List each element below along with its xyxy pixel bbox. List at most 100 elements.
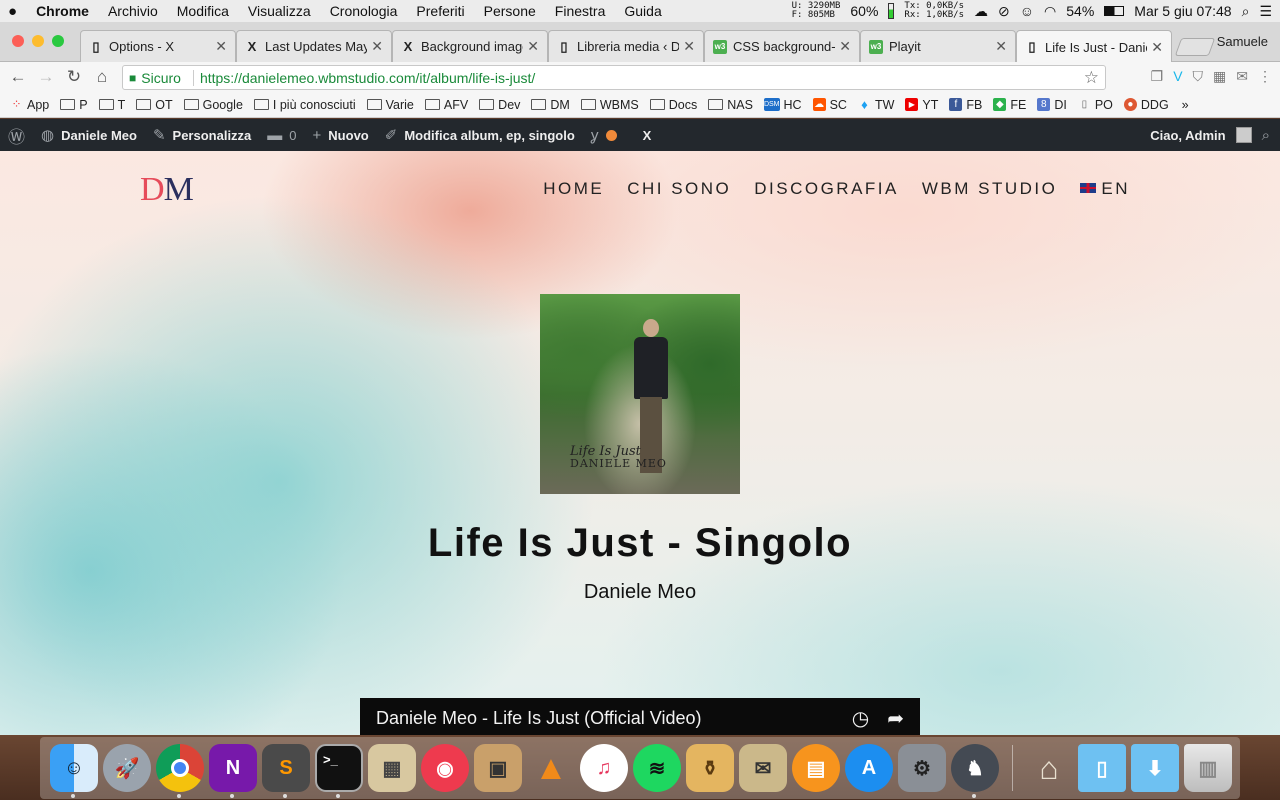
wp-search-icon[interactable]: ⌕: [1262, 127, 1270, 144]
forward-button[interactable]: →: [32, 67, 60, 87]
watch-later-icon[interactable]: ◷: [852, 706, 869, 731]
vimeo-extension-icon[interactable]: V: [1173, 68, 1182, 85]
dock-calculator-icon[interactable]: ▦: [368, 744, 416, 792]
new-tab-button[interactable]: [1174, 38, 1216, 56]
video-title[interactable]: Daniele Meo - Life Is Just (Official Vid…: [376, 708, 701, 729]
menu-persone[interactable]: Persone: [484, 3, 536, 19]
menu-app-name[interactable]: Chrome: [36, 3, 89, 19]
video-player[interactable]: Daniele Meo - Life Is Just (Official Vid…: [360, 698, 920, 735]
bookmark-folder-google[interactable]: Google: [183, 98, 243, 112]
close-tab-icon[interactable]: ✕: [839, 38, 851, 55]
bookmark-folder-t[interactable]: T: [98, 98, 125, 112]
menu-cronologia[interactable]: Cronologia: [330, 3, 398, 19]
bookmark-folder-wbms[interactable]: WBMS: [580, 98, 639, 112]
menu-visualizza[interactable]: Visualizza: [248, 3, 311, 19]
bookmark-folder-afv[interactable]: AFV: [424, 98, 468, 112]
tab-libreria-media[interactable]: ▯ Libreria media ‹ D ✕: [548, 30, 704, 62]
close-tab-icon[interactable]: ✕: [995, 38, 1007, 55]
tab-css-background[interactable]: w3 CSS background- ✕: [704, 30, 860, 62]
nav-home[interactable]: HOME: [543, 179, 604, 199]
spotlight-search-icon[interactable]: ⌕: [1242, 3, 1250, 20]
bookmark-star-icon[interactable]: ☆: [1084, 68, 1099, 88]
wp-comments[interactable]: ▬ 0: [267, 127, 296, 144]
dock-vlc-icon[interactable]: ▲: [527, 744, 575, 792]
dock-system-preferences-icon[interactable]: ⚙: [898, 744, 946, 792]
menu-finestra[interactable]: Finestra: [555, 3, 606, 19]
bookmark-folder-varie[interactable]: Varie: [366, 98, 414, 112]
wp-edit-album[interactable]: ✐ Modifica album, ep, singolo: [385, 126, 575, 144]
share-icon[interactable]: ➦: [887, 706, 904, 731]
menu-archivio[interactable]: Archivio: [108, 3, 158, 19]
close-tab-icon[interactable]: ✕: [371, 38, 383, 55]
close-tab-icon[interactable]: ✕: [527, 38, 539, 55]
bookmark-sc[interactable]: ☁ SC: [812, 98, 847, 112]
bookmark-folder-nas[interactable]: NAS: [708, 98, 753, 112]
dock-preview-icon[interactable]: ✉: [739, 744, 787, 792]
bookmark-folder-ot[interactable]: OT: [136, 98, 173, 112]
bookmarks-overflow-icon[interactable]: »: [1182, 98, 1189, 112]
wifi-icon[interactable]: ◠: [1044, 3, 1056, 20]
menu-modifica[interactable]: Modifica: [177, 3, 229, 19]
battery-percent[interactable]: 54%: [1066, 3, 1094, 19]
dock-applications-folder-icon[interactable]: ▯: [1078, 744, 1126, 792]
wp-customize[interactable]: ✎ Personalizza: [153, 126, 251, 144]
avatar[interactable]: [1235, 127, 1252, 143]
bookmark-hc[interactable]: DSM HC: [763, 98, 802, 112]
dock-launchpad-icon[interactable]: 🚀: [103, 744, 151, 792]
cloud-upload-icon[interactable]: ☁: [974, 3, 988, 20]
clock[interactable]: Mar 5 giu 07:48: [1134, 3, 1231, 19]
bookmark-folder-most-visited[interactable]: I più conosciuti: [253, 98, 356, 112]
memory-monitor[interactable]: U: 3290MB F: 805MB: [792, 2, 841, 20]
nav-discografia[interactable]: DISCOGRAFIA: [754, 179, 899, 199]
profile-button[interactable]: Samuele: [1217, 34, 1268, 49]
bookmark-ddg[interactable]: ● DDG: [1123, 98, 1169, 112]
bookmark-folder-docs[interactable]: Docs: [649, 98, 697, 112]
bookmark-folder-dm[interactable]: DM: [531, 98, 570, 112]
nav-language-en[interactable]: EN: [1080, 179, 1130, 199]
bookmark-tw[interactable]: ♦ TW: [858, 98, 894, 112]
dock-sublime-text-icon[interactable]: S: [262, 744, 310, 792]
address-bar[interactable]: ■ Sicuro https://danielemeo.wbmstudio.co…: [122, 65, 1106, 90]
tab-playit[interactable]: w3 Playit ✕: [860, 30, 1016, 62]
wp-x-menu[interactable]: X: [643, 128, 652, 143]
dock-chrome-icon[interactable]: [156, 744, 204, 792]
dock-onenote-icon[interactable]: N: [209, 744, 257, 792]
ublock-extension-icon[interactable]: ⛉: [1193, 68, 1204, 85]
back-button[interactable]: ←: [4, 67, 32, 87]
tab-options[interactable]: ▯ Options - X ✕: [80, 30, 236, 62]
dock-app-store-icon[interactable]: A: [845, 744, 893, 792]
dock-ibooks-icon[interactable]: ▤: [792, 744, 840, 792]
bookmark-folder-p[interactable]: P: [60, 98, 88, 112]
copy-extension-icon[interactable]: ❐: [1151, 68, 1164, 85]
dock-trash-icon[interactable]: ▥: [1184, 744, 1232, 792]
wordpress-logo-icon[interactable]: Ⓦ: [8, 123, 25, 148]
close-tab-icon[interactable]: ✕: [1151, 39, 1163, 56]
wp-greeting[interactable]: Ciao, Admin: [1150, 128, 1225, 143]
minimize-window-button[interactable]: [32, 35, 44, 47]
network-monitor[interactable]: Tx: 0,0KB/s Rx: 1,0KB/s: [904, 2, 964, 20]
close-window-button[interactable]: [12, 35, 24, 47]
tab-life-is-just[interactable]: ▯ Life Is Just - Danie ✕: [1016, 30, 1172, 63]
apple-menu-icon[interactable]: ●: [8, 3, 17, 20]
menu-guida[interactable]: Guida: [624, 3, 661, 19]
chrome-menu-icon[interactable]: ⋮: [1258, 68, 1272, 85]
chart-extension-icon[interactable]: ▦: [1213, 68, 1226, 85]
dock-itunes-icon[interactable]: ♫: [580, 744, 628, 792]
dock-terminal-icon[interactable]: >_: [315, 744, 363, 792]
dock-tableplus-icon[interactable]: ♞: [951, 744, 999, 792]
notification-center-icon[interactable]: ☰: [1259, 3, 1272, 20]
bookmark-fb[interactable]: f FB: [949, 98, 982, 112]
wp-new[interactable]: + Nuovo: [313, 127, 369, 144]
home-button[interactable]: ⌂: [88, 67, 116, 87]
dock-speedtest-icon[interactable]: ◉: [421, 744, 469, 792]
monkey-icon[interactable]: ☺: [1020, 3, 1034, 19]
tab-last-updates[interactable]: X Last Updates May ✕: [236, 30, 392, 62]
menu-preferiti[interactable]: Preferiti: [416, 3, 464, 19]
site-logo[interactable]: DM: [140, 171, 194, 209]
dock-downloads-folder-icon[interactable]: ⬇: [1131, 744, 1179, 792]
zoom-window-button[interactable]: [52, 35, 64, 47]
wp-site-name[interactable]: ◍ Daniele Meo: [41, 126, 137, 144]
bookmark-folder-dev[interactable]: Dev: [479, 98, 520, 112]
wp-yoast-seo[interactable]: ỿ: [591, 125, 617, 145]
bookmark-yt[interactable]: ▶ YT: [905, 98, 938, 112]
